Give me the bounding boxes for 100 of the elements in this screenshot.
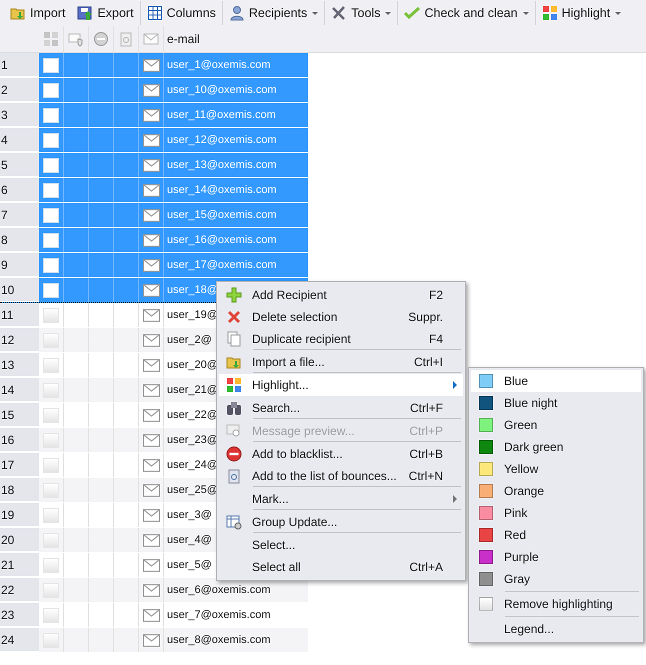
menu-item[interactable]: Highlight... (219, 374, 463, 396)
row-number: 12 (0, 328, 39, 352)
menu-item[interactable]: Blue (471, 370, 641, 392)
menu-item[interactable]: Legend... (471, 618, 641, 640)
toolbar-button[interactable]: Import (4, 1, 72, 25)
menu-item[interactable]: Pink (471, 502, 641, 524)
checkbox[interactable] (43, 608, 59, 622)
menu-item[interactable]: Blue night (471, 392, 641, 414)
menu-item-icon (226, 287, 242, 303)
submenu-arrow-icon (453, 495, 457, 503)
table-row[interactable]: 22 user_6@oxemis.com (0, 578, 308, 603)
email-address: user_12@oxemis.com (167, 134, 277, 146)
table-row[interactable]: 7 user_15@oxemis.com (0, 203, 308, 228)
column-header-icon[interactable] (118, 31, 134, 47)
checkbox[interactable] (43, 158, 59, 172)
email-address: user_6@oxemis.com (167, 584, 270, 596)
toolbar-button[interactable]: Recipients (222, 1, 324, 25)
row-number: 19 (0, 503, 39, 527)
toolbar-button[interactable]: Columns (140, 1, 222, 25)
table-row[interactable]: 8 user_16@oxemis.com (0, 228, 308, 253)
email-address: user_14@oxemis.com (167, 184, 277, 196)
checkbox[interactable] (43, 308, 59, 322)
toolbar-button[interactable]: Tools (325, 1, 398, 25)
checkbox[interactable] (43, 382, 59, 398)
row-number: 7 (0, 203, 39, 227)
checkbox[interactable] (43, 558, 59, 572)
table-row[interactable]: 4 user_12@oxemis.com (0, 128, 308, 153)
row-number: 14 (0, 378, 39, 402)
email-address: user_1@oxemis.com (167, 59, 270, 71)
caret-icon (522, 12, 529, 14)
submenu-arrow-icon (453, 381, 457, 389)
menu-item-icon (226, 331, 242, 347)
envelope-icon (142, 384, 160, 396)
row-number: 17 (0, 453, 39, 477)
envelope-icon (142, 284, 160, 296)
email-address: user_18@ (167, 284, 218, 296)
checkbox[interactable] (43, 532, 59, 548)
row-number: 15 (0, 403, 39, 427)
row-number: 6 (0, 178, 39, 202)
table-row[interactable]: 5 user_13@oxemis.com (0, 153, 308, 178)
column-header-icon[interactable] (143, 31, 159, 47)
table-row[interactable]: 9 user_17@oxemis.com (0, 253, 308, 278)
menu-item[interactable]: Gray (471, 568, 641, 590)
checkbox[interactable] (43, 208, 59, 222)
checkbox[interactable] (43, 132, 59, 148)
checkbox[interactable] (43, 482, 59, 498)
email-address: user_21@ (167, 384, 218, 396)
checkbox[interactable] (43, 82, 59, 98)
menu-item[interactable]: Purple (471, 546, 641, 568)
row-number: 1 (0, 53, 39, 77)
menu-item-icon (226, 400, 242, 416)
toolbar-button[interactable]: Highlight (536, 1, 628, 25)
column-header-icon[interactable] (68, 31, 84, 47)
row-number: 20 (0, 528, 39, 552)
toolbar-button[interactable]: Export (71, 1, 140, 25)
envelope-icon (142, 58, 160, 72)
menu-item[interactable]: Yellow (471, 458, 641, 480)
email-address: user_13@oxemis.com (167, 159, 277, 171)
toolbar-button[interactable]: Check and clean (398, 1, 535, 25)
menu-item[interactable]: Dark green (471, 436, 641, 458)
envelope-icon (142, 108, 160, 122)
checkbox[interactable] (43, 582, 59, 598)
row-number: 10 (0, 278, 39, 302)
checkbox[interactable] (43, 58, 59, 72)
checkbox[interactable] (43, 332, 59, 348)
menu-item[interactable]: Red (471, 524, 641, 546)
table-row[interactable]: 1 user_1@oxemis.com (0, 53, 308, 78)
checkbox[interactable] (43, 182, 59, 198)
table-row[interactable]: 3 user_11@oxemis.com (0, 103, 308, 128)
table-row[interactable]: 24 user_8@oxemis.com (0, 628, 308, 653)
email-address: user_20@ (167, 359, 218, 371)
checkbox[interactable] (43, 632, 59, 648)
menu-item[interactable]: Green (471, 414, 641, 436)
row-number: 9 (0, 253, 39, 277)
email-address: user_3@ (167, 509, 212, 521)
checkbox[interactable] (43, 508, 59, 522)
checkbox[interactable] (43, 358, 59, 372)
menu-item[interactable]: Remove highlighting (471, 593, 641, 615)
envelope-icon (142, 158, 160, 172)
checkbox[interactable] (43, 282, 59, 298)
column-header-icon[interactable] (93, 31, 109, 47)
table-row[interactable]: 6 user_14@oxemis.com (0, 178, 308, 203)
menu-item[interactable]: Orange (471, 480, 641, 502)
email-address: user_5@ (167, 559, 212, 571)
checkbox[interactable] (43, 408, 59, 422)
envelope-icon (142, 484, 160, 496)
envelope-icon (142, 534, 160, 546)
checkbox[interactable] (43, 458, 59, 472)
toolbar-icon (77, 5, 94, 21)
table-row[interactable]: 2 user_10@oxemis.com (0, 78, 308, 103)
column-header-icon[interactable] (43, 31, 59, 47)
envelope-icon (142, 458, 160, 472)
checkbox[interactable] (43, 232, 59, 248)
email-address: user_22@ (167, 409, 218, 421)
menu-item-icon (226, 309, 242, 325)
checkbox[interactable] (43, 108, 59, 122)
blank-swatch-icon (479, 597, 493, 611)
checkbox[interactable] (43, 432, 59, 448)
email-address: user_15@oxemis.com (167, 209, 277, 221)
checkbox[interactable] (43, 258, 59, 272)
